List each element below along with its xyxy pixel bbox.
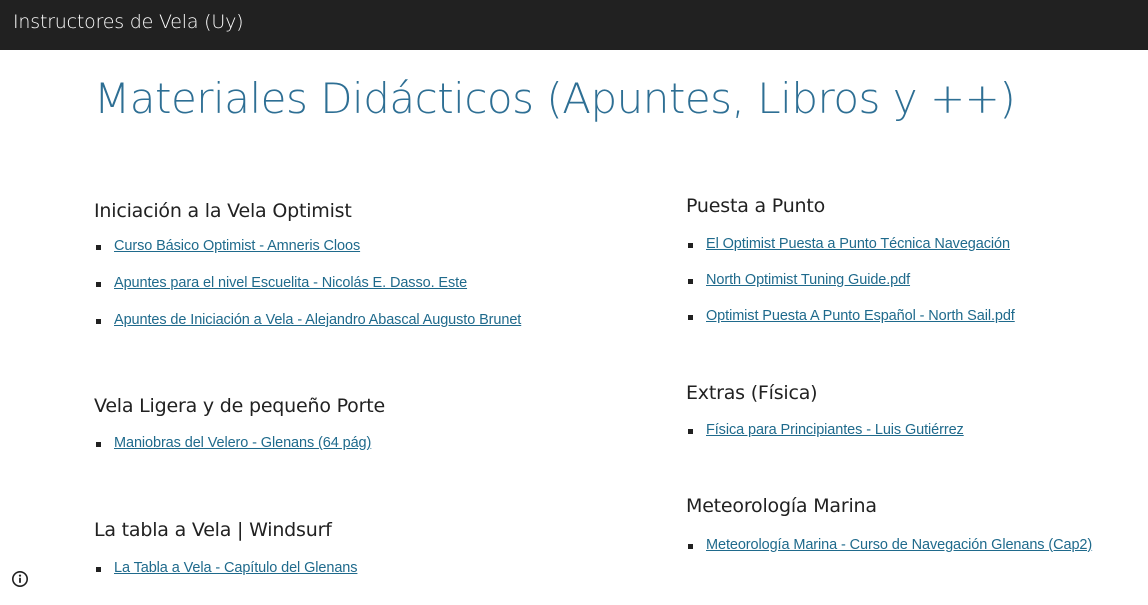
list-item: Apuntes de Iniciación a Vela - Alejandro… bbox=[94, 311, 521, 348]
section-heading: Vela Ligera y de pequeño Porte bbox=[94, 395, 385, 417]
link-list: El Optimist Puesta a Punto Técnica Naveg… bbox=[686, 235, 1015, 343]
top-bar: Instructores de Vela (Uy) bbox=[0, 0, 1148, 50]
site-title-link[interactable]: Instructores de Vela (Uy) bbox=[13, 11, 244, 33]
list-item: Apuntes para el nivel Escuelita - Nicolá… bbox=[94, 274, 521, 311]
link-north-sail-espanol[interactable]: Optimist Puesta A Punto Español - North … bbox=[706, 308, 1015, 324]
link-list: Física para Principiantes - Luis Gutiérr… bbox=[686, 421, 964, 439]
section-tabla-vela: La tabla a Vela | Windsurf La Tabla a Ve… bbox=[94, 519, 358, 577]
list-item: Meteorología Marina - Curso de Navegació… bbox=[686, 536, 1092, 554]
link-tabla-vela-glenans[interactable]: La Tabla a Vela - Capítulo del Glenans bbox=[114, 560, 358, 576]
link-curso-basico-optimist[interactable]: Curso Básico Optimist - Amneris Cloos bbox=[114, 238, 360, 254]
section-heading: Meteorología Marina bbox=[686, 495, 877, 517]
section-heading: Iniciación a la Vela Optimist bbox=[94, 200, 352, 222]
section-heading: Puesta a Punto bbox=[686, 195, 826, 217]
section-puesta-a-punto: Puesta a Punto El Optimist Puesta a Punt… bbox=[686, 195, 1015, 343]
link-fisica-principiantes[interactable]: Física para Principiantes - Luis Gutiérr… bbox=[706, 422, 964, 438]
list-item: La Tabla a Vela - Capítulo del Glenans bbox=[94, 559, 358, 577]
section-extras-fisica: Extras (Física) Física para Principiante… bbox=[686, 382, 964, 439]
section-iniciacion-optimist: Iniciación a la Vela Optimist Curso Bási… bbox=[94, 200, 521, 348]
info-circle-icon bbox=[12, 571, 28, 587]
page-title: Materiales Didácticos (Apuntes, Libros y… bbox=[94, 74, 1016, 123]
link-apuntes-iniciacion[interactable]: Apuntes de Iniciación a Vela - Alejandro… bbox=[114, 312, 521, 328]
link-optimist-puesta-punto[interactable]: El Optimist Puesta a Punto Técnica Naveg… bbox=[706, 236, 1010, 252]
list-item: North Optimist Tuning Guide.pdf bbox=[686, 271, 1015, 307]
link-list: La Tabla a Vela - Capítulo del Glenans bbox=[94, 559, 358, 577]
link-list: Curso Básico Optimist - Amneris Cloos Ap… bbox=[94, 237, 521, 348]
section-heading: Extras (Física) bbox=[686, 382, 818, 404]
link-meteorologia-glenans[interactable]: Meteorología Marina - Curso de Navegació… bbox=[706, 537, 1092, 553]
link-north-tuning-guide[interactable]: North Optimist Tuning Guide.pdf bbox=[706, 272, 910, 288]
section-meteorologia-marina: Meteorología Marina Meteorología Marina … bbox=[686, 495, 1092, 554]
list-item: Física para Principiantes - Luis Gutiérr… bbox=[686, 421, 964, 439]
link-list: Meteorología Marina - Curso de Navegació… bbox=[686, 536, 1092, 554]
list-item: Maniobras del Velero - Glenans (64 pág) bbox=[94, 434, 385, 452]
list-item: Curso Básico Optimist - Amneris Cloos bbox=[94, 237, 521, 274]
section-heading: La tabla a Vela | Windsurf bbox=[94, 519, 332, 541]
list-item: Optimist Puesta A Punto Español - North … bbox=[686, 307, 1015, 343]
section-vela-ligera: Vela Ligera y de pequeño Porte Maniobras… bbox=[94, 395, 385, 452]
link-list: Maniobras del Velero - Glenans (64 pág) bbox=[94, 434, 385, 452]
site-info-button[interactable] bbox=[10, 569, 30, 589]
link-maniobras-velero[interactable]: Maniobras del Velero - Glenans (64 pág) bbox=[114, 435, 371, 451]
list-item: El Optimist Puesta a Punto Técnica Naveg… bbox=[686, 235, 1015, 271]
link-apuntes-escuelita[interactable]: Apuntes para el nivel Escuelita - Nicolá… bbox=[114, 275, 467, 291]
